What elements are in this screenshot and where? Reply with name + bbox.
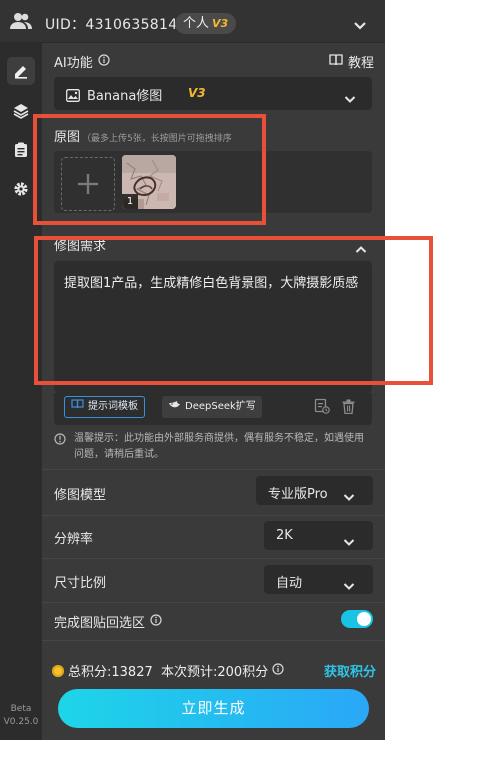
plan-label: 个人 bbox=[183, 16, 210, 31]
edit-icon[interactable] bbox=[7, 57, 35, 85]
chevron-down-icon bbox=[344, 89, 356, 108]
divider bbox=[42, 558, 385, 559]
alert-icon bbox=[54, 433, 66, 451]
points-info: 总积分:13827 本次预计:200积分 bbox=[52, 661, 284, 680]
chevron-down-icon bbox=[343, 576, 355, 595]
whale-icon bbox=[168, 396, 181, 418]
history-icon[interactable] bbox=[314, 398, 330, 418]
deepseek-label: DeepSeek扩写 bbox=[185, 401, 256, 412]
model-value: 专业版Pro bbox=[268, 487, 328, 502]
model-select[interactable]: 专业版Pro bbox=[256, 476, 373, 505]
info-icon[interactable] bbox=[150, 613, 162, 630]
uid-text: UID：4310635814 bbox=[45, 17, 178, 33]
divider bbox=[42, 515, 385, 516]
generate-button[interactable]: 立即生成 bbox=[58, 689, 369, 728]
ai-function-value: Banana修图 bbox=[87, 89, 163, 104]
chevron-down-icon bbox=[343, 532, 355, 551]
info-icon[interactable] bbox=[98, 53, 110, 70]
beta-label: Beta bbox=[10, 704, 32, 714]
clipboard-icon[interactable] bbox=[7, 136, 35, 164]
divider bbox=[42, 602, 385, 603]
deepseek-expand-button[interactable]: DeepSeek扩写 bbox=[162, 396, 262, 418]
paste-back-label: 完成图贴回选区 bbox=[54, 616, 146, 631]
ai-function-header: AI功能 bbox=[54, 52, 110, 71]
prompt-template-button[interactable]: 提示词模板 bbox=[64, 396, 145, 418]
chevron-down-icon bbox=[343, 487, 355, 506]
toggle-knob bbox=[357, 612, 371, 626]
tutorial-label: 教程 bbox=[348, 56, 375, 71]
coin-icon bbox=[52, 664, 64, 677]
gear-icon[interactable] bbox=[7, 175, 35, 203]
book-icon bbox=[329, 53, 343, 70]
users-icon bbox=[10, 12, 32, 34]
trash-icon[interactable] bbox=[342, 399, 355, 418]
ai-function-label: AI功能 bbox=[54, 56, 93, 71]
tutorial-link[interactable]: 教程 bbox=[329, 52, 374, 71]
service-notice: 温馨提示：此功能由外部服务商提供，偶有服务不稳定，如遇使用问题，请稍后重试。 bbox=[54, 431, 372, 463]
annotation-box-edit-request bbox=[34, 236, 433, 385]
annotation-box-original-image bbox=[33, 114, 266, 225]
plan-badge: 个人 V3 bbox=[175, 13, 237, 34]
book-open-icon bbox=[71, 397, 84, 417]
ai-function-version: V3 bbox=[188, 86, 206, 100]
ai-function-select[interactable]: Banana修图 V3 bbox=[54, 77, 372, 110]
version-label: V0.25.0 bbox=[3, 717, 39, 727]
points-text: 总积分:13827 本次预计:200积分 bbox=[68, 665, 269, 680]
prompt-toolbar: 提示词模板 DeepSeek扩写 bbox=[54, 393, 372, 425]
layers-icon[interactable] bbox=[7, 97, 35, 125]
ratio-label: 尺寸比例 bbox=[54, 576, 107, 591]
ratio-select[interactable]: 自动 bbox=[264, 565, 373, 594]
resolution-select[interactable]: 2K bbox=[264, 521, 373, 550]
ratio-value: 自动 bbox=[276, 576, 303, 591]
get-points-link[interactable]: 获取积分 bbox=[324, 661, 376, 680]
divider bbox=[42, 469, 385, 470]
plan-version: V3 bbox=[212, 17, 229, 30]
chevron-down-icon[interactable] bbox=[353, 16, 367, 35]
image-icon bbox=[66, 87, 80, 106]
resolution-label: 分辨率 bbox=[54, 532, 94, 547]
divider bbox=[42, 640, 385, 641]
version-info: Beta V0.25.0 bbox=[0, 703, 42, 729]
info-icon[interactable] bbox=[272, 662, 284, 679]
prompt-template-label: 提示词模板 bbox=[88, 401, 138, 412]
model-label: 修图模型 bbox=[54, 488, 107, 503]
resolution-value: 2K bbox=[276, 528, 293, 543]
paste-back-row: 完成图贴回选区 bbox=[54, 612, 162, 631]
account-bar: UID：4310635814 个人 V3 bbox=[0, 0, 385, 43]
paste-back-toggle[interactable] bbox=[341, 610, 373, 628]
notice-text: 温馨提示：此功能由外部服务商提供，偶有服务不稳定，如遇使用问题，请稍后重试。 bbox=[74, 433, 364, 460]
